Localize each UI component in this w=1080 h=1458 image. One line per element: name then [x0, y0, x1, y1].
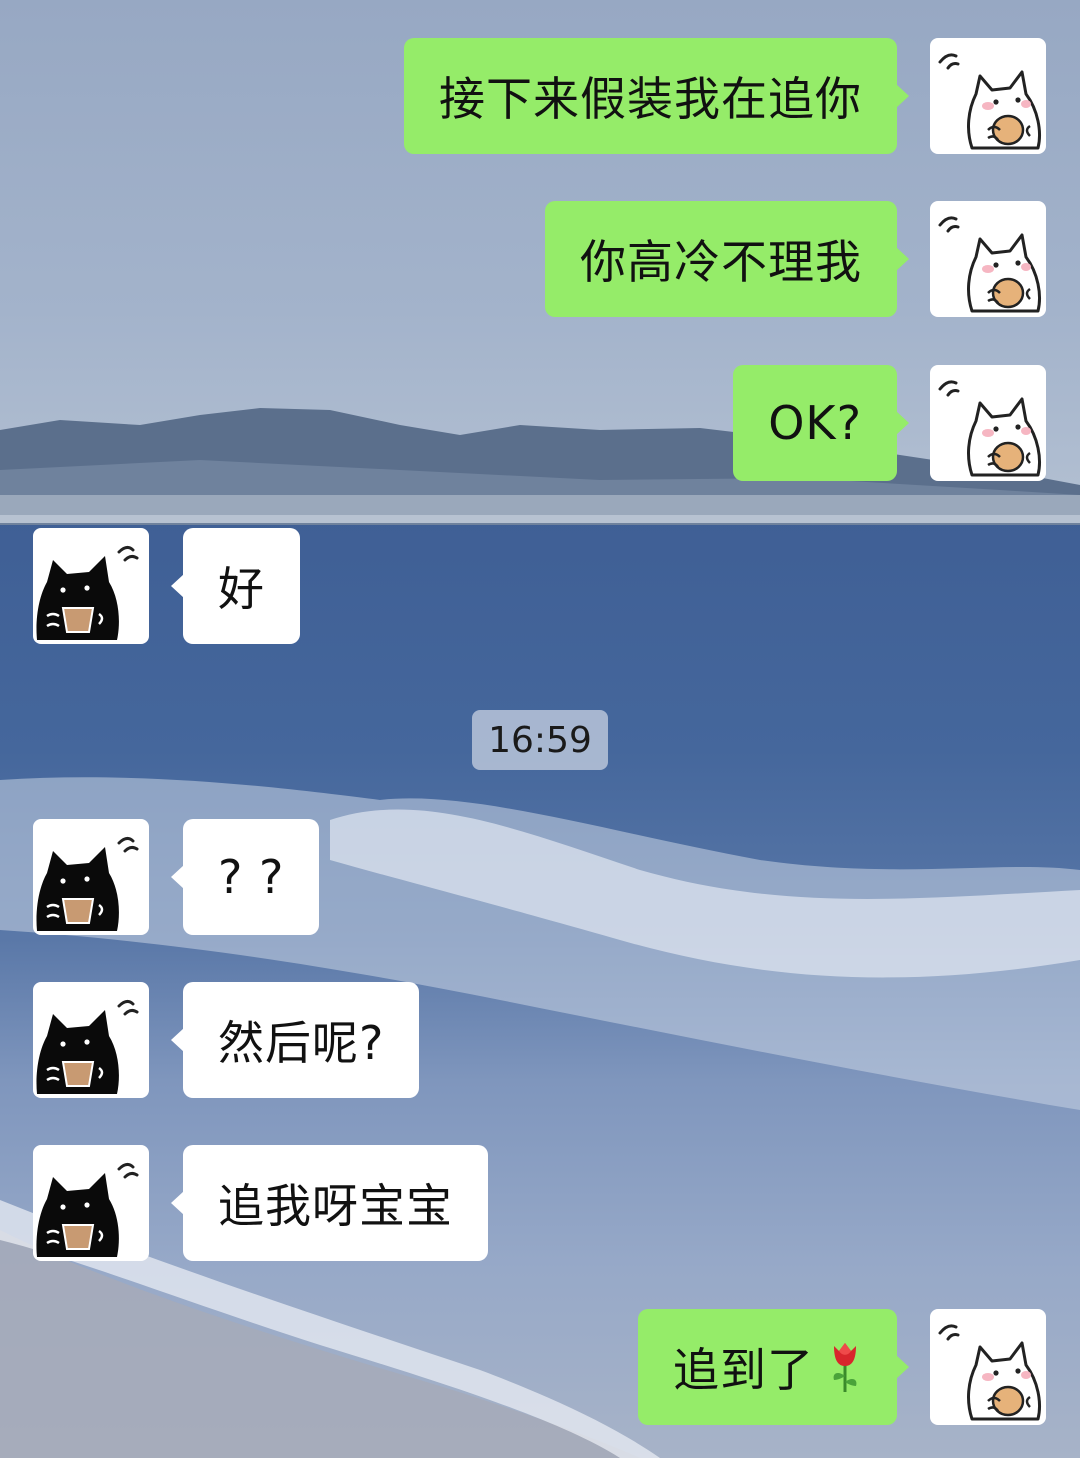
message-bubble-incoming[interactable]: 然后呢?: [170, 982, 420, 1098]
message-text: 追我呀宝宝: [218, 1179, 453, 1233]
chat-timestamp: 16:59: [472, 710, 608, 770]
message-text: 好: [218, 562, 265, 616]
message-row: ? ?: [0, 819, 1080, 935]
message-text: OK?: [768, 396, 862, 450]
message-text: ? ?: [218, 850, 285, 904]
message-bubble-outgoing[interactable]: OK?: [733, 365, 909, 481]
message-bubble-incoming[interactable]: 好: [171, 528, 300, 644]
contact-avatar[interactable]: [33, 1145, 149, 1261]
message-text: 你高冷不理我: [580, 235, 862, 289]
black-cat-avatar-icon: [36, 999, 139, 1094]
white-cat-avatar-icon: [938, 216, 1041, 313]
message-bubble-outgoing[interactable]: 你高冷不理我: [545, 201, 909, 317]
message-row: OK?: [0, 365, 1080, 481]
message-bubble-outgoing[interactable]: 接下来假装我在追你: [404, 38, 909, 154]
message-row: 好: [0, 528, 1080, 644]
my-avatar[interactable]: [930, 365, 1046, 481]
black-cat-avatar-icon: [36, 545, 139, 640]
my-avatar[interactable]: [930, 1309, 1046, 1425]
black-cat-avatar-icon: [36, 1162, 139, 1257]
message-row: 追我呀宝宝: [0, 1145, 1080, 1261]
white-cat-avatar-icon: [938, 380, 1041, 477]
contact-avatar[interactable]: [33, 819, 149, 935]
white-cat-avatar-icon: [938, 53, 1041, 150]
message-row: 追到了: [0, 1309, 1080, 1425]
message-bubble-incoming[interactable]: ? ?: [170, 819, 320, 935]
message-bubble-incoming[interactable]: 追我呀宝宝: [171, 1145, 488, 1261]
message-text: 追到了: [673, 1343, 814, 1397]
my-avatar[interactable]: [930, 201, 1046, 317]
message-bubble-outgoing[interactable]: 追到了: [638, 1309, 909, 1425]
rose-icon: [833, 1343, 857, 1392]
contact-avatar[interactable]: [33, 982, 149, 1098]
white-cat-avatar-icon: [938, 1324, 1041, 1421]
contact-avatar[interactable]: [33, 528, 149, 644]
message-row: 然后呢?: [0, 982, 1080, 1098]
message-row: 接下来假装我在追你: [0, 38, 1080, 154]
message-text: 接下来假装我在追你: [439, 72, 862, 126]
message-row: 你高冷不理我: [0, 201, 1080, 317]
my-avatar[interactable]: [930, 38, 1046, 154]
black-cat-avatar-icon: [36, 836, 139, 931]
message-text: 然后呢?: [218, 1016, 385, 1070]
